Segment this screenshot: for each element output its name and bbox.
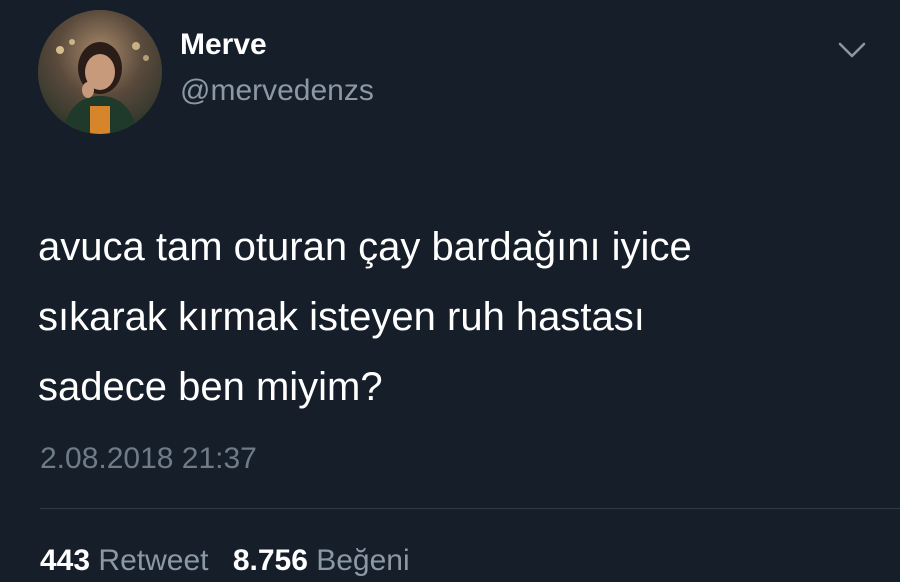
chevron-down-icon[interactable] (834, 36, 870, 64)
tweet-card: Merve @mervedenzs avuca tam oturan çay b… (0, 0, 900, 582)
display-name[interactable]: Merve (180, 30, 267, 60)
user-handle[interactable]: @mervedenzs (180, 76, 374, 106)
retweet-count: 443 (40, 544, 91, 577)
engagement-stats: 443 Retweet 8.756 Beğeni (40, 546, 426, 576)
tweet-text-line: sıkarak kırmak isteyen ruh hastası (38, 295, 645, 339)
like-label: Beğeni (316, 544, 410, 577)
tweet-text: avuca tam oturan çay bardağını iyice sık… (38, 212, 858, 422)
tweet-timestamp[interactable]: 2.08.2018 21:37 (40, 444, 257, 474)
tweet-text-line: avuca tam oturan çay bardağını iyice (38, 225, 692, 269)
retweet-label: Retweet (98, 544, 209, 577)
divider (40, 508, 900, 509)
like-count: 8.756 (232, 544, 308, 577)
retweet-stat[interactable]: 443 Retweet (40, 546, 208, 576)
avatar-photo (38, 10, 162, 134)
tweet-text-line: sadece ben miyim? (38, 365, 383, 409)
avatar[interactable] (38, 10, 162, 134)
like-stat[interactable]: 8.756 Beğeni (233, 546, 410, 576)
